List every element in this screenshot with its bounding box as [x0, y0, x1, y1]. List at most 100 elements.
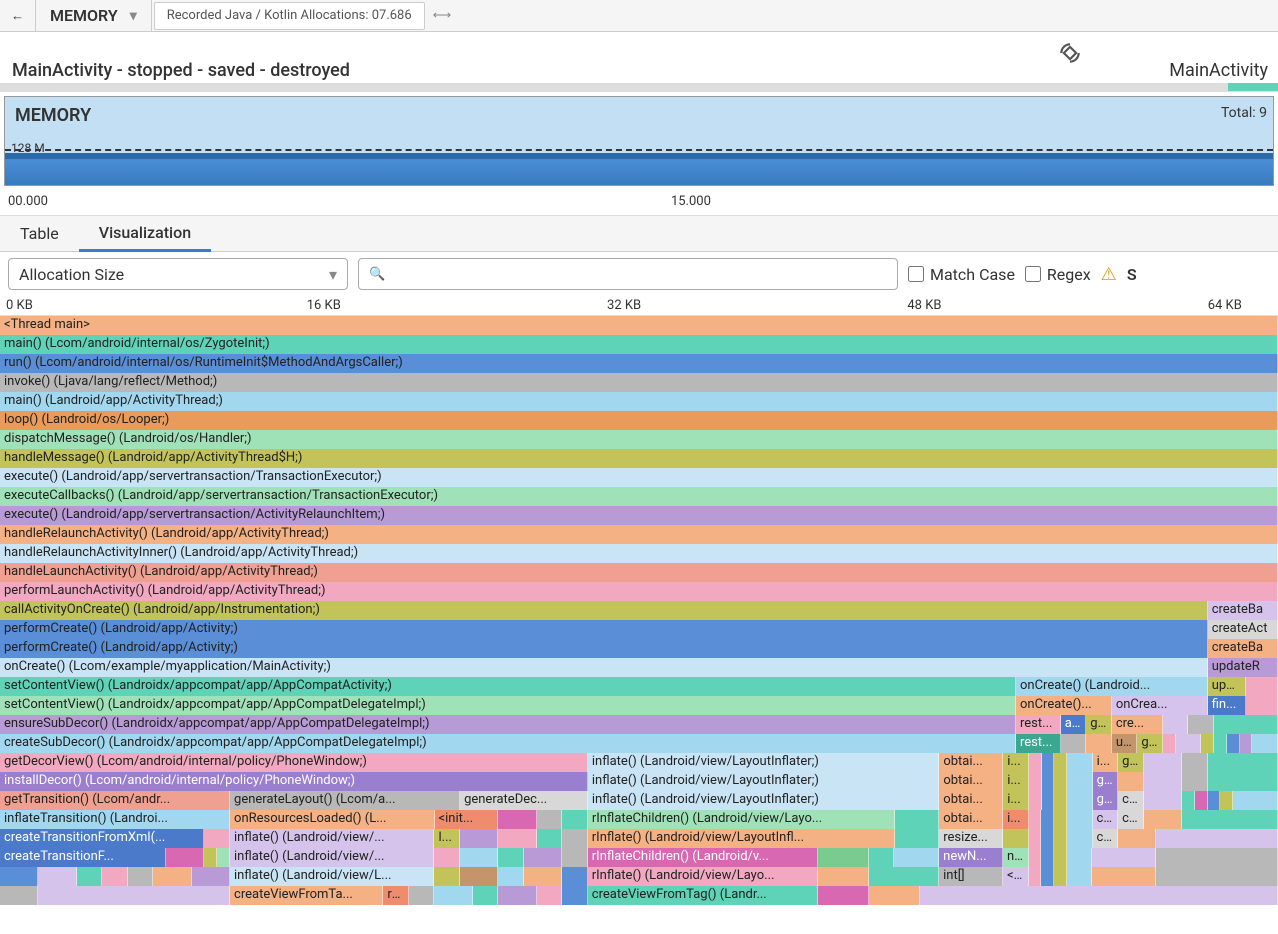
flame-cell[interactable] — [1246, 677, 1278, 696]
flame-cell[interactable] — [1003, 829, 1029, 848]
flame-cell[interactable] — [498, 810, 536, 829]
section-dropdown[interactable]: MEMORY ▾ — [36, 0, 152, 32]
flame-cell[interactable]: rInflateChildren() (Landroid/view/Layo..… — [588, 810, 895, 829]
flame-cell[interactable] — [460, 848, 498, 867]
flame-cell[interactable]: main() (Lcom/android/internal/os/ZygoteI… — [0, 335, 1278, 354]
flame-cell[interactable] — [1029, 753, 1042, 772]
flame-cell[interactable]: setContentView() (Landroidx/appcompat/ap… — [0, 677, 1016, 696]
flame-cell[interactable] — [1042, 791, 1055, 810]
flame-cell[interactable]: i... — [1093, 753, 1119, 772]
flame-cell[interactable] — [1029, 791, 1042, 810]
flame-cell[interactable]: int[] — [939, 867, 1003, 886]
time-ruler[interactable]: 00.000 15.000 — [0, 190, 1278, 216]
flame-cell[interactable] — [1054, 829, 1067, 848]
flame-cell[interactable] — [460, 829, 498, 848]
flame-cell[interactable] — [409, 886, 435, 905]
flame-cell[interactable] — [562, 886, 588, 905]
flame-cell[interactable] — [1176, 734, 1202, 753]
flame-cell[interactable] — [1092, 848, 1156, 867]
flame-cell[interactable]: g... — [1093, 772, 1119, 791]
flame-cell[interactable] — [562, 848, 588, 867]
flame-cell[interactable] — [869, 848, 895, 867]
flame-cell[interactable] — [1182, 772, 1208, 791]
flame-cell[interactable]: inflate() (Landroid/view/... — [230, 848, 434, 867]
flame-cell[interactable] — [1156, 867, 1277, 886]
back-button[interactable]: ← — [0, 0, 36, 32]
flame-cell[interactable] — [562, 867, 588, 886]
flame-cell[interactable] — [1041, 867, 1054, 886]
flame-cell[interactable] — [434, 848, 460, 867]
flame-cell[interactable] — [38, 867, 76, 886]
flame-cell[interactable]: installDecor() (Lcom/android/internal/po… — [0, 772, 588, 791]
flame-cell[interactable]: obtai... — [939, 753, 1003, 772]
flame-cell[interactable] — [1188, 715, 1214, 734]
flame-cell[interactable]: createViewFromTag() (Landr... — [588, 886, 818, 905]
flame-cell[interactable] — [0, 867, 38, 886]
flame-cell[interactable] — [1054, 772, 1067, 791]
flame-cell[interactable] — [1067, 791, 1093, 810]
flame-cell[interactable]: obtai... — [939, 791, 1003, 810]
flame-cell[interactable] — [1144, 772, 1182, 791]
flame-cell[interactable]: g... — [1086, 715, 1112, 734]
metric-select[interactable]: Allocation Size ▾ — [8, 258, 348, 290]
tab-table[interactable]: Table — [0, 216, 79, 252]
flame-cell[interactable]: a... — [1061, 715, 1087, 734]
flame-cell[interactable]: loop() (Landroid/os/Looper;) — [0, 411, 1278, 430]
flame-cell[interactable] — [1054, 810, 1067, 829]
flame-cell[interactable] — [460, 867, 498, 886]
flame-cell[interactable]: i... — [1003, 753, 1029, 772]
flame-cell[interactable]: onResourcesLoaded() (L... — [230, 810, 434, 829]
flame-cell[interactable]: g... — [1118, 753, 1144, 772]
flame-cell[interactable]: c... — [1118, 810, 1144, 829]
flame-cell[interactable]: n... — [1003, 848, 1029, 867]
regex-input[interactable] — [1025, 266, 1041, 282]
flame-cell[interactable] — [1233, 791, 1278, 810]
flame-cell[interactable] — [434, 867, 460, 886]
flame-cell[interactable] — [1208, 753, 1278, 772]
flame-cell[interactable] — [434, 886, 472, 905]
flame-cell[interactable] — [217, 848, 230, 867]
flame-cell[interactable]: inflateTransition() (Landroi... — [0, 810, 230, 829]
flame-cell[interactable]: run() (Lcom/android/internal/os/RuntimeI… — [0, 354, 1278, 373]
flame-cell[interactable] — [1067, 848, 1093, 867]
flame-cell[interactable] — [524, 848, 562, 867]
flame-cell[interactable]: rest... — [1016, 734, 1061, 753]
flame-cell[interactable] — [1182, 791, 1195, 810]
flame-cell[interactable] — [1061, 734, 1087, 753]
flame-cell[interactable]: rest... — [1016, 715, 1061, 734]
flame-cell[interactable] — [0, 886, 38, 905]
flame-cell[interactable] — [1067, 867, 1093, 886]
flame-cell[interactable]: main() (Landroid/app/ActivityThread;) — [0, 392, 1278, 411]
flame-cell[interactable] — [562, 829, 588, 848]
flame-cell[interactable] — [498, 848, 524, 867]
flame-cell[interactable]: onCrea... — [1112, 696, 1208, 715]
flame-cell[interactable] — [818, 867, 869, 886]
flame-cell[interactable]: handleRelaunchActivity() (Landroid/app/A… — [0, 525, 1278, 544]
flame-cell[interactable] — [1054, 867, 1067, 886]
flame-cell[interactable] — [1029, 772, 1042, 791]
flame-cell[interactable] — [818, 886, 869, 905]
flame-cell[interactable]: generateDec... — [460, 791, 588, 810]
flame-cell[interactable]: createTransitionFromXml(... — [0, 829, 204, 848]
flame-cell[interactable] — [1042, 753, 1055, 772]
flame-cell[interactable]: createTransitionF... — [0, 848, 166, 867]
flame-cell[interactable] — [166, 848, 204, 867]
flame-cell[interactable]: createAct — [1208, 620, 1278, 639]
regex-checkbox[interactable]: Regex — [1025, 265, 1091, 284]
flame-cell[interactable] — [537, 886, 563, 905]
flame-cell[interactable]: rI... — [383, 886, 409, 905]
flame-cell[interactable]: fin... — [1208, 696, 1246, 715]
flame-cell[interactable]: inflate() (Landroid/view/LayoutInflater;… — [588, 791, 939, 810]
flame-cell[interactable]: u... — [1112, 734, 1138, 753]
flame-cell[interactable]: inflate() (Landroid/view/... — [230, 829, 434, 848]
flame-cell[interactable] — [498, 829, 536, 848]
flame-cell[interactable]: createSubDecor() (Landroidx/appcompat/ap… — [0, 734, 1016, 753]
flame-cell[interactable] — [869, 886, 920, 905]
flame-cell[interactable] — [1201, 734, 1214, 753]
flame-cell[interactable] — [818, 848, 869, 867]
flame-cell[interactable] — [1182, 753, 1208, 772]
flame-cell[interactable]: onCreate() (Lcom/example/myapplication/M… — [0, 658, 1208, 677]
flame-cell[interactable] — [1092, 867, 1156, 886]
flame-cell[interactable]: rInflateChildren() (Landroid/v... — [588, 848, 818, 867]
flame-cell[interactable] — [1041, 829, 1054, 848]
